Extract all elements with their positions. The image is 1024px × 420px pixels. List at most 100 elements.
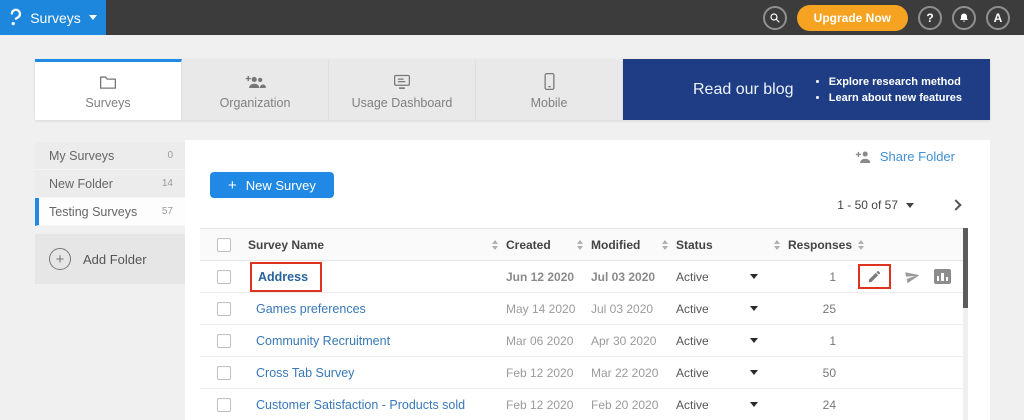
responses-count: 50: [788, 366, 858, 380]
status-dropdown-caret[interactable]: [750, 402, 758, 407]
column-header-modified[interactable]: Modified: [591, 238, 676, 252]
surveys-table: Survey Name Created Modified Status Resp…: [200, 228, 965, 420]
status-label: Active: [676, 302, 709, 316]
add-folder-button[interactable]: + Add Folder: [35, 234, 185, 284]
plus-circle-icon: +: [49, 248, 71, 270]
upgrade-now-button[interactable]: Upgrade Now: [797, 5, 908, 31]
row-checkbox[interactable]: [217, 366, 231, 380]
avatar-initial: A: [994, 11, 1003, 25]
responses-count: 25: [788, 302, 858, 316]
tab-mobile[interactable]: Mobile: [476, 59, 623, 120]
created-date: Feb 12 2020: [506, 398, 591, 412]
survey-name-link[interactable]: Community Recruitment: [256, 334, 390, 348]
sidebar-item-new-folder[interactable]: New Folder 14: [35, 170, 185, 198]
add-folder-label: Add Folder: [83, 252, 147, 267]
sort-icon[interactable]: [577, 240, 583, 250]
created-date: May 14 2020: [506, 302, 591, 316]
notifications-button[interactable]: [952, 6, 976, 30]
created-date: Feb 12 2020: [506, 366, 591, 380]
table-header-row: Survey Name Created Modified Status Resp…: [200, 229, 965, 261]
column-header-status[interactable]: Status: [676, 238, 788, 252]
surveys-app-menu[interactable]: Surveys: [0, 0, 106, 35]
status-label: Active: [676, 334, 709, 348]
send-paper-plane-icon[interactable]: [903, 267, 923, 285]
avatar[interactable]: A: [986, 6, 1010, 30]
column-header-survey-name[interactable]: Survey Name: [248, 238, 506, 252]
table-row: Cross Tab Survey Feb 12 2020 Mar 22 2020…: [200, 357, 965, 389]
modified-date: Feb 20 2020: [591, 398, 676, 412]
column-header-created[interactable]: Created: [506, 238, 591, 252]
sidebar-item-testing-surveys[interactable]: Testing Surveys 57: [35, 198, 185, 226]
table-scrollbar: [963, 228, 968, 420]
sort-icon[interactable]: [774, 240, 780, 250]
highlight-box-edit-icon: [858, 264, 891, 289]
monitor-icon: [392, 73, 412, 91]
row-checkbox[interactable]: [217, 398, 231, 412]
banner-bullet-list: Explore research method Learn about new …: [813, 72, 962, 108]
edit-pencil-icon[interactable]: [867, 269, 882, 284]
status-label: Active: [676, 398, 709, 412]
folder-label: Testing Surveys: [49, 205, 137, 219]
tab-usage-dashboard[interactable]: Usage Dashboard: [329, 59, 476, 120]
folder-count: 0: [167, 150, 173, 161]
status-dropdown-caret[interactable]: [750, 338, 758, 343]
scrollbar-thumb[interactable]: [963, 228, 968, 308]
tab-strip: Surveys Organization Usage Dashboard Mob…: [35, 59, 990, 120]
responses-count: 24: [788, 398, 858, 412]
main-panel: Share Folder + New Survey 1 - 50 of 57 S…: [185, 140, 990, 420]
plus-icon: +: [228, 177, 237, 194]
highlight-box-survey-name: Address: [250, 262, 322, 292]
pagination-range: 1 - 50 of 57: [837, 198, 898, 212]
app-menu-label: Surveys: [30, 10, 81, 26]
column-label: Modified: [591, 238, 640, 252]
folder-count: 57: [162, 206, 173, 217]
tab-label: Mobile: [531, 96, 568, 110]
status-label: Active: [676, 366, 709, 380]
tab-surveys[interactable]: Surveys: [35, 59, 182, 120]
sort-icon[interactable]: [858, 240, 864, 250]
search-button[interactable]: [763, 6, 787, 30]
bell-icon: [958, 12, 970, 24]
share-folder-label: Share Folder: [880, 149, 955, 164]
survey-name-link[interactable]: Customer Satisfaction - Products sold: [256, 398, 465, 412]
sidebar-item-my-surveys[interactable]: My Surveys 0: [35, 142, 185, 170]
help-button[interactable]: ?: [918, 6, 942, 30]
status-dropdown-caret[interactable]: [750, 306, 758, 311]
blog-banner[interactable]: Read our blog Explore research method Le…: [623, 59, 990, 120]
folder-icon: [98, 73, 118, 91]
new-survey-label: New Survey: [246, 178, 316, 193]
reports-bar-chart-icon[interactable]: [934, 269, 951, 284]
row-checkbox[interactable]: [217, 334, 231, 348]
share-folder-button[interactable]: Share Folder: [855, 149, 955, 164]
row-checkbox[interactable]: [217, 302, 231, 316]
search-icon: [769, 12, 781, 24]
sort-icon[interactable]: [492, 240, 498, 250]
status-dropdown-caret[interactable]: [750, 370, 758, 375]
column-label: Responses: [788, 238, 852, 252]
question-mark-icon: ?: [926, 11, 933, 25]
table-row: Community Recruitment Mar 06 2020 Apr 30…: [200, 325, 965, 357]
created-date: Jun 12 2020: [506, 270, 591, 284]
next-page-chevron[interactable]: [950, 199, 961, 210]
pagination-dropdown-caret[interactable]: [906, 203, 914, 208]
new-survey-button[interactable]: + New Survey: [210, 172, 334, 198]
tab-label: Usage Dashboard: [352, 96, 453, 110]
modified-date: Mar 22 2020: [591, 366, 676, 380]
survey-name-link[interactable]: Address: [258, 270, 308, 284]
sort-icon[interactable]: [662, 240, 668, 250]
table-row: Customer Satisfaction - Products sold Fe…: [200, 389, 965, 420]
proprofs-logo-icon: [9, 8, 22, 27]
modified-date: Jul 03 2020: [591, 302, 676, 316]
tab-organization[interactable]: Organization: [182, 59, 329, 120]
survey-name-link[interactable]: Cross Tab Survey: [256, 366, 354, 380]
survey-name-link[interactable]: Games preferences: [256, 302, 366, 316]
phone-icon: [543, 72, 556, 91]
folder-label: My Surveys: [49, 149, 114, 163]
folders-sidebar: My Surveys 0 New Folder 14 Testing Surve…: [35, 142, 185, 284]
top-bar: Surveys Upgrade Now ? A: [0, 0, 1024, 35]
pagination: 1 - 50 of 57: [837, 198, 960, 212]
select-all-checkbox[interactable]: [217, 238, 231, 252]
row-checkbox[interactable]: [217, 270, 231, 284]
status-dropdown-caret[interactable]: [750, 274, 758, 279]
column-header-responses[interactable]: Responses: [788, 238, 965, 252]
